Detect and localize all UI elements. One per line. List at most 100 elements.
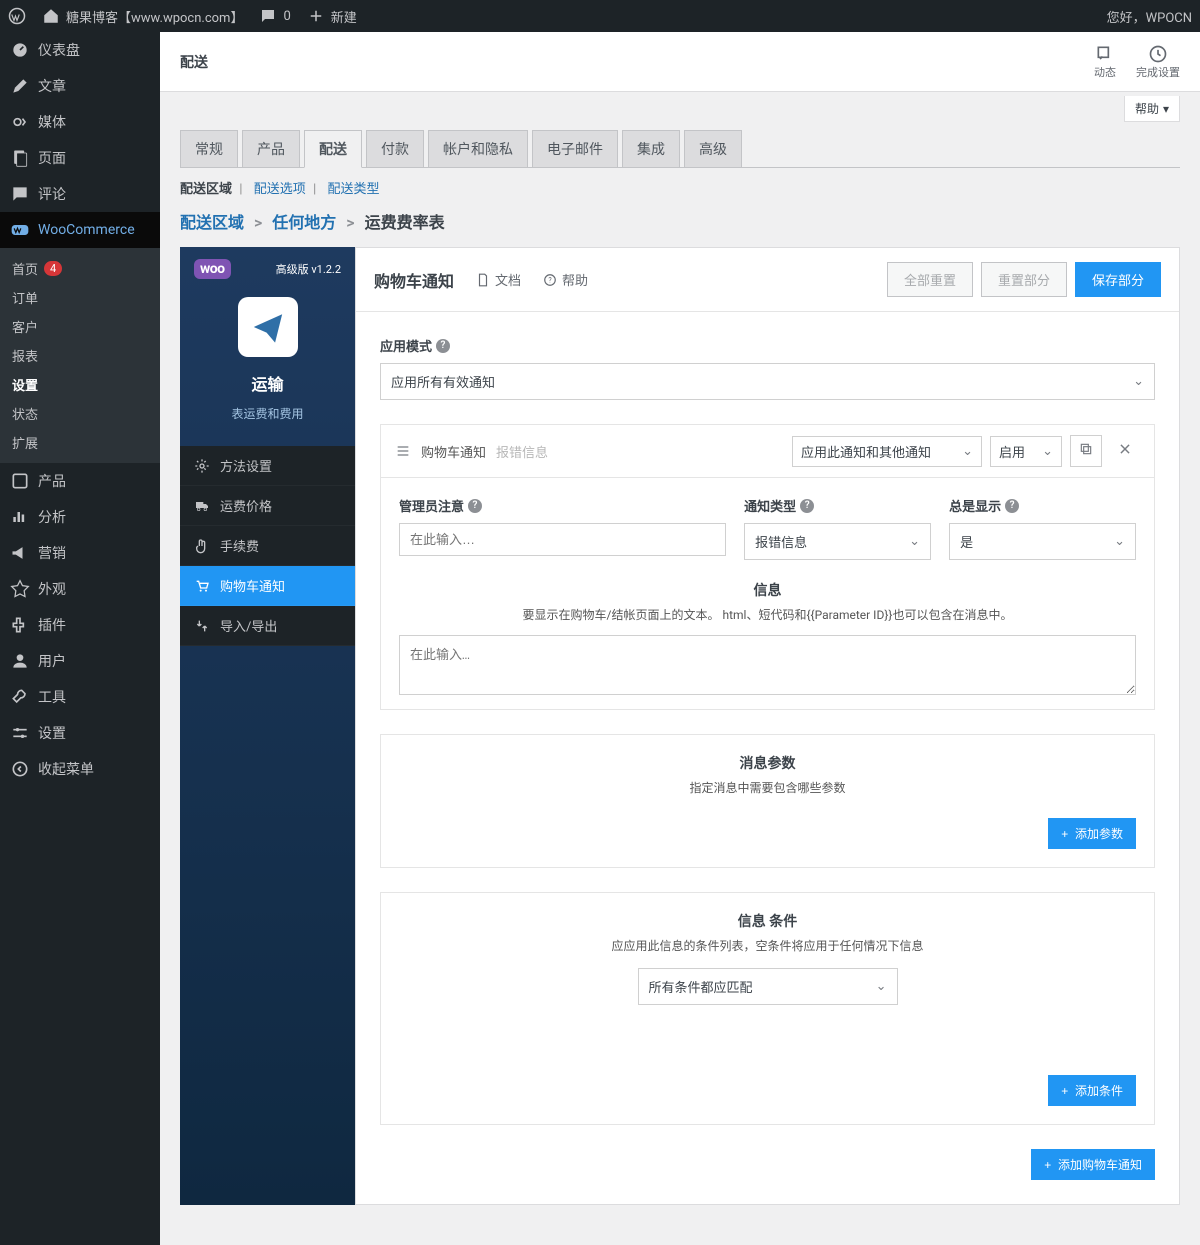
tab-integration[interactable]: 集成 [622, 130, 680, 167]
section-heading: 购物车通知 [374, 268, 454, 292]
chevron-down-icon: ⌄ [1042, 444, 1053, 459]
apply-mode-select[interactable]: 应用所有有效通知⌄ [380, 363, 1155, 400]
nav-import-export[interactable]: 导入/导出 [180, 606, 355, 646]
top-strip: 配送 动态 完成设置 [160, 32, 1200, 92]
admin-note-input[interactable] [399, 523, 726, 556]
notice-type-label: 通知类型? [744, 496, 931, 515]
user-greeting[interactable]: 您好，WPOCN [1107, 7, 1192, 26]
drag-handle-icon[interactable] [395, 443, 411, 459]
import-export-icon [194, 618, 210, 634]
wp-logo[interactable] [8, 7, 26, 25]
menu-appearance[interactable]: 外观 [0, 571, 160, 607]
conditions-match-select[interactable]: 所有条件都应匹配⌄ [638, 968, 898, 1005]
activity-button[interactable]: 动态 [1094, 44, 1116, 80]
cart-icon [194, 578, 210, 594]
submenu-home-badge: 4 [44, 261, 62, 276]
chevron-down-icon: ⌄ [962, 444, 973, 459]
menu-collapse[interactable]: 收起菜单 [0, 751, 160, 787]
plugin-version: 高级版 v1.2.2 [276, 261, 341, 277]
gear-icon [194, 458, 210, 474]
nav-shipping-rates[interactable]: 运费价格 [180, 486, 355, 526]
tab-shipping[interactable]: 配送 [304, 130, 362, 168]
nav-cart-notices[interactable]: 购物车通知 [180, 566, 355, 606]
submenu-orders[interactable]: 订单 [0, 283, 160, 312]
admin-note-label: 管理员注意? [399, 496, 726, 515]
tab-advanced[interactable]: 高级 [684, 130, 742, 167]
nav-handling-fees[interactable]: 手续费 [180, 526, 355, 566]
menu-marketing[interactable]: 营销 [0, 535, 160, 571]
params-heading: 消息参数 [399, 753, 1136, 773]
submenu-extensions[interactable]: 扩展 [0, 428, 160, 457]
menu-settings[interactable]: 设置 [0, 715, 160, 751]
chevron-down-icon: ⌄ [909, 534, 920, 549]
help-icon[interactable]: ? [436, 339, 450, 353]
finish-setup-button[interactable]: 完成设置 [1136, 44, 1180, 80]
hand-icon [194, 538, 210, 554]
always-show-select[interactable]: 是⌄ [949, 523, 1136, 560]
notice-section-title: 购物车通知 [421, 442, 486, 461]
docs-link[interactable]: 文档 [476, 270, 521, 289]
menu-posts[interactable]: 文章 [0, 68, 160, 104]
plugin-content: 购物车通知 文档 ?帮助 全部重置 重置部分 保存部分 应用模式? 应用所有有效… [355, 247, 1180, 1205]
woo-badge: woo [194, 259, 231, 279]
tab-general[interactable]: 常规 [180, 130, 238, 167]
cart-notice-block: 购物车通知 报错信息 应用此通知和其他通知⌄ 启用⌄ [380, 424, 1155, 710]
reset-section-button[interactable]: 重置部分 [981, 262, 1067, 297]
submenu-customers[interactable]: 客户 [0, 312, 160, 341]
close-icon [1118, 442, 1132, 456]
menu-woocommerce[interactable]: WooCommerce [0, 212, 160, 248]
subtab-options[interactable]: 配送选项 [254, 182, 306, 197]
subtab-classes[interactable]: 配送类型 [328, 182, 380, 197]
notice-apply-select[interactable]: 应用此通知和其他通知⌄ [792, 436, 982, 467]
menu-tools[interactable]: 工具 [0, 679, 160, 715]
new-content-link[interactable]: 新建 [307, 7, 357, 26]
tab-emails[interactable]: 电子邮件 [532, 130, 618, 167]
question-icon: ? [543, 273, 557, 287]
svg-text:?: ? [548, 276, 552, 284]
add-condition-button[interactable]: + 添加条件 [1048, 1075, 1136, 1106]
tab-payments[interactable]: 付款 [366, 130, 424, 167]
main-content: 配送 动态 完成设置 帮助 ▾ 常规 产品 配送 付款 帐户和隐私 电子邮件 集… [160, 32, 1200, 1245]
conditions-heading: 信息 条件 [399, 911, 1136, 931]
menu-comments[interactable]: 评论 [0, 176, 160, 212]
help-link[interactable]: ?帮助 [543, 270, 588, 289]
save-section-button[interactable]: 保存部分 [1075, 262, 1161, 297]
tab-products[interactable]: 产品 [242, 130, 300, 167]
menu-analytics[interactable]: 分析 [0, 499, 160, 535]
tab-accounts[interactable]: 帐户和隐私 [428, 130, 528, 167]
menu-media[interactable]: 媒体 [0, 104, 160, 140]
menu-users[interactable]: 用户 [0, 643, 160, 679]
document-icon [476, 273, 490, 287]
submenu-reports[interactable]: 报表 [0, 341, 160, 370]
menu-plugins[interactable]: 插件 [0, 607, 160, 643]
breadcrumb: 配送区域 > 任何地方 > 运费费率表 [160, 203, 1200, 247]
reset-all-button[interactable]: 全部重置 [887, 262, 973, 297]
help-icon[interactable]: ? [468, 499, 482, 513]
breadcrumb-zones[interactable]: 配送区域 [180, 213, 244, 232]
info-textarea[interactable] [399, 635, 1136, 695]
menu-pages[interactable]: 页面 [0, 140, 160, 176]
comments-link[interactable]: 0 [259, 7, 290, 25]
settings-tabs: 常规 产品 配送 付款 帐户和隐私 电子邮件 集成 高级 [180, 130, 1180, 168]
help-icon[interactable]: ? [800, 499, 814, 513]
duplicate-button[interactable] [1070, 435, 1102, 467]
delete-button[interactable] [1110, 436, 1140, 466]
add-param-button[interactable]: + 添加参数 [1048, 818, 1136, 849]
menu-products[interactable]: 产品 [0, 463, 160, 499]
nav-method-settings[interactable]: 方法设置 [180, 446, 355, 486]
paper-plane-icon [251, 310, 285, 344]
submenu-home[interactable]: 首页4 [0, 254, 160, 283]
plugin-subtitle: 表运费和费用 [190, 405, 345, 422]
notice-enable-select[interactable]: 启用⌄ [990, 436, 1062, 467]
help-tab-button[interactable]: 帮助 ▾ [1124, 96, 1180, 122]
menu-dashboard[interactable]: 仪表盘 [0, 32, 160, 68]
submenu-status[interactable]: 状态 [0, 399, 160, 428]
notice-type-select[interactable]: 报错信息⌄ [744, 523, 931, 560]
site-home-link[interactable]: 糖果博客【www.wpocn.com】 [42, 7, 243, 26]
chevron-down-icon: ⌄ [1114, 534, 1125, 549]
breadcrumb-anywhere[interactable]: 任何地方 [272, 213, 336, 232]
submenu-settings[interactable]: 设置 [0, 370, 160, 399]
help-icon[interactable]: ? [1005, 499, 1019, 513]
subtab-zones[interactable]: 配送区域 [180, 182, 232, 197]
add-cart-notice-button[interactable]: + 添加购物车通知 [1031, 1149, 1155, 1180]
